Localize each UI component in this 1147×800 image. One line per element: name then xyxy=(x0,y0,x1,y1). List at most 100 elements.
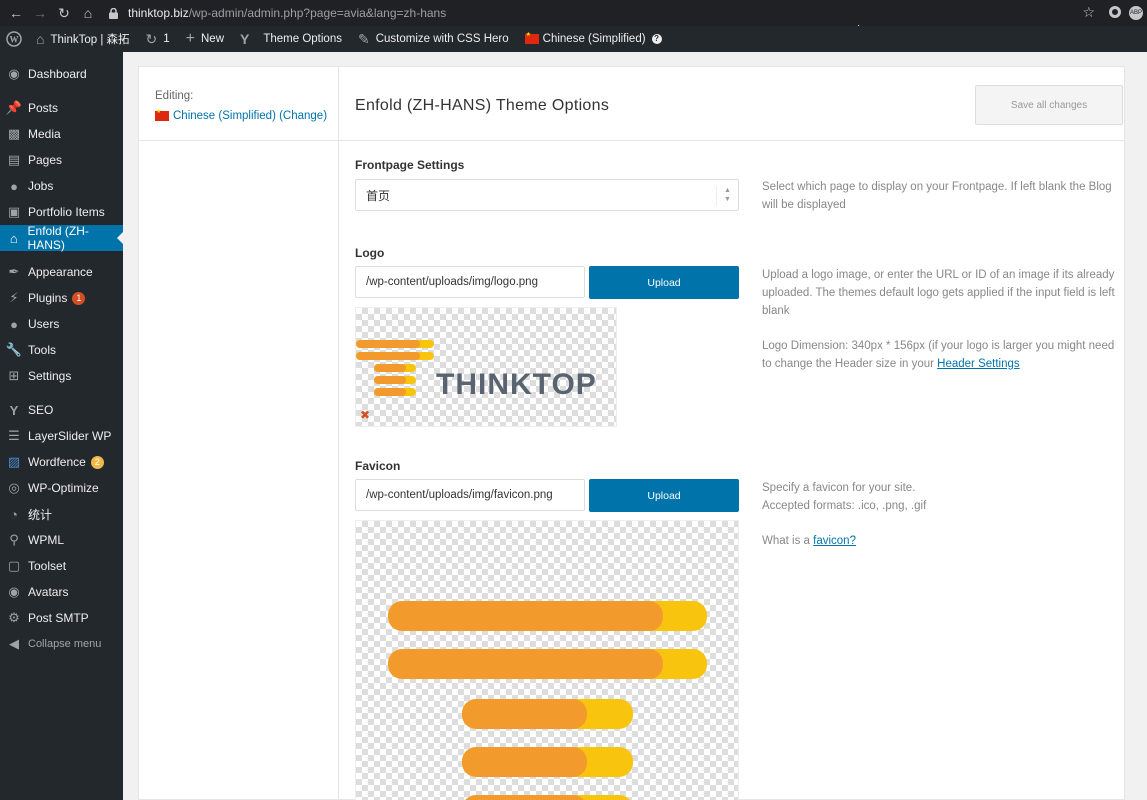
remove-image-icon[interactable]: ✖ xyxy=(360,408,370,422)
admin-bar-site[interactable]: ⌂ ThinkTop | 森拓 xyxy=(28,26,138,52)
site-name: ThinkTop | 森拓 xyxy=(50,34,130,46)
sidebar-item-posts[interactable]: 📌 Posts xyxy=(0,95,123,121)
sidebar-item-wpml[interactable]: ⚲ WPML xyxy=(0,527,123,553)
favicon-help-link[interactable]: favicon? xyxy=(813,535,856,547)
page-title: Enfold (ZH-HANS) Theme Options xyxy=(355,97,610,114)
favicon-description: Specify a favicon for your site. Accepte… xyxy=(762,482,927,512)
logo-dimension-description: Logo Dimension: 340px * 156px (if your l… xyxy=(762,340,1115,370)
wordpress-logo-icon[interactable]: W xyxy=(0,26,28,52)
browser-toolbar: ← → ↻ ⌂ thinktop.biz/wp-admin/admin.php?… xyxy=(0,0,1147,26)
sidebar-item-wp-optimize[interactable]: ◎ WP-Optimize xyxy=(0,475,123,501)
sidebar-item-users[interactable]: ● Users xyxy=(0,311,123,337)
wp-admin-bar: W ⌂ ThinkTop | 森拓 ↻ 1 + New Y Theme Opti… xyxy=(0,26,1147,52)
home-icon[interactable]: ⌂ xyxy=(76,0,100,26)
frontpage-settings-title: Frontpage Settings xyxy=(355,158,465,172)
theme-options-label: Theme Options xyxy=(263,33,342,45)
dashboard-icon: ◉ xyxy=(8,66,20,81)
china-flag-icon xyxy=(524,31,539,44)
extension-icon[interactable] xyxy=(1109,6,1121,18)
svg-text:W: W xyxy=(10,35,19,45)
logo-title: Logo xyxy=(355,246,385,260)
logo-upload-button[interactable]: Upload xyxy=(589,266,739,299)
home-icon: ⌂ xyxy=(9,230,18,246)
language-label: Chinese (Simplified) xyxy=(542,33,646,45)
sidebar-item-dashboard[interactable]: ◉ Dashboard xyxy=(0,61,123,87)
header-settings-link[interactable]: Header Settings xyxy=(937,358,1019,370)
sidebar-item-stats[interactable]: ◔ 统计 xyxy=(0,501,123,527)
new-label: New xyxy=(201,33,225,45)
china-flag-icon xyxy=(155,108,169,121)
select-arrows-icon: ▲ ▼ xyxy=(716,186,738,206)
sidebar-item-pages[interactable]: ▤ Pages xyxy=(0,147,123,173)
yoast-icon: Y xyxy=(240,31,250,47)
wordfence-badge: 2 xyxy=(90,455,104,469)
sidebar-item-seo[interactable]: Y SEO xyxy=(0,397,123,423)
favicon-bar xyxy=(462,795,633,800)
editing-label: Editing: xyxy=(155,90,194,102)
favicon-bar xyxy=(462,747,633,777)
media-icon: ▩ xyxy=(7,126,21,141)
sidebar-item-avatars[interactable]: ◉ Avatars xyxy=(0,579,123,605)
portfolio-icon: ▣ xyxy=(7,204,21,219)
help-icon[interactable]: ? xyxy=(651,34,662,44)
favicon-upload-button[interactable]: Upload xyxy=(589,479,739,512)
avatar-icon: ◉ xyxy=(8,584,20,599)
plugins-update-badge: 1 xyxy=(72,291,86,305)
back-icon[interactable]: ← xyxy=(4,0,28,26)
css-hero-label: Customize with CSS Hero xyxy=(375,33,509,45)
users-icon: ● xyxy=(10,316,18,332)
frontpage-select[interactable]: 首页 ▲ ▼ xyxy=(355,179,739,211)
favicon-bar xyxy=(388,649,707,679)
editing-language-link[interactable]: Chinese (Simplified) (Change) xyxy=(155,108,327,122)
user-icon: ● xyxy=(10,178,18,194)
save-all-changes-button[interactable]: Save all changes xyxy=(975,85,1123,125)
optimize-icon: ◎ xyxy=(8,480,20,495)
sidebar-item-jobs[interactable]: ● Jobs xyxy=(0,173,123,199)
plugin-icon: ⚡ xyxy=(9,290,19,305)
reload-icon[interactable]: ↻ xyxy=(52,0,76,26)
adblock-extension-icon[interactable]: ABP xyxy=(1129,6,1143,20)
updates-count: 1 xyxy=(163,33,170,45)
brush-icon: ✒ xyxy=(8,264,20,279)
pencil-icon: ✎ xyxy=(357,30,370,47)
logo-url-input[interactable]: /wp-content/uploads/img/logo.png xyxy=(355,266,585,298)
url-domain: thinktop.biz xyxy=(128,6,189,20)
sidebar-item-portfolio[interactable]: ▣ Portfolio Items xyxy=(0,199,123,225)
sidebar-item-tools[interactable]: 🔧 Tools xyxy=(0,337,123,363)
thinktop-logo: THINKTOP xyxy=(356,340,597,401)
sidebar-item-layerslider[interactable]: ☰ LayerSlider WP xyxy=(0,423,123,449)
address-bar[interactable]: thinktop.biz/wp-admin/admin.php?page=avi… xyxy=(106,2,1100,24)
sidebar-item-toolset[interactable]: ▢ Toolset xyxy=(0,553,123,579)
layers-icon: ☰ xyxy=(8,428,20,443)
sidebar-item-settings[interactable]: ⊞ Settings xyxy=(0,363,123,389)
divider xyxy=(339,140,1125,141)
favicon-help: What is a favicon? xyxy=(762,535,856,547)
sidebar-item-enfold[interactable]: ⌂ Enfold (ZH-HANS) xyxy=(0,224,123,252)
sidebar-item-wordfence[interactable]: ▨ Wordfence 2 xyxy=(0,449,123,475)
favicon-preview xyxy=(355,520,739,800)
forward-icon[interactable]: → xyxy=(28,0,52,26)
collapse-menu-button[interactable]: ◀ Collapse menu xyxy=(0,631,123,657)
frontpage-select-value: 首页 xyxy=(366,188,391,203)
bookmark-star-icon[interactable]: ☆ xyxy=(1082,4,1095,21)
favicon-url-input[interactable]: /wp-content/uploads/img/favicon.png xyxy=(355,479,585,511)
divider xyxy=(139,140,339,141)
admin-bar-updates[interactable]: ↻ 1 xyxy=(138,26,178,52)
wordfence-icon: ▨ xyxy=(7,454,21,469)
admin-bar-theme-options[interactable]: Y Theme Options xyxy=(232,26,350,52)
pin-icon: 📌 xyxy=(5,100,23,115)
favicon-bar xyxy=(388,601,707,631)
svg-text:THINKTOP: THINKTOP xyxy=(436,368,597,401)
admin-bar-language[interactable]: Chinese (Simplified) ? xyxy=(517,26,670,52)
pages-icon: ▤ xyxy=(7,152,21,167)
theme-options-panel: Editing: Chinese (Simplified) (Change) E… xyxy=(138,66,1125,800)
sidebar-item-appearance[interactable]: ✒ Appearance xyxy=(0,259,123,285)
sidebar-item-post-smtp[interactable]: ⚙ Post SMTP xyxy=(0,605,123,631)
admin-bar-css-hero[interactable]: ✎ Customize with CSS Hero xyxy=(350,26,517,52)
gear-icon: ⚙ xyxy=(8,610,20,625)
sidebar-item-plugins[interactable]: ⚡ Plugins 1 xyxy=(0,285,123,311)
options-left-column: Editing: Chinese (Simplified) (Change) xyxy=(139,67,339,799)
admin-bar-new[interactable]: + New xyxy=(178,26,232,52)
frontpage-description: Select which page to display on your Fro… xyxy=(762,181,1112,211)
sidebar-item-media[interactable]: ▩ Media xyxy=(0,121,123,147)
